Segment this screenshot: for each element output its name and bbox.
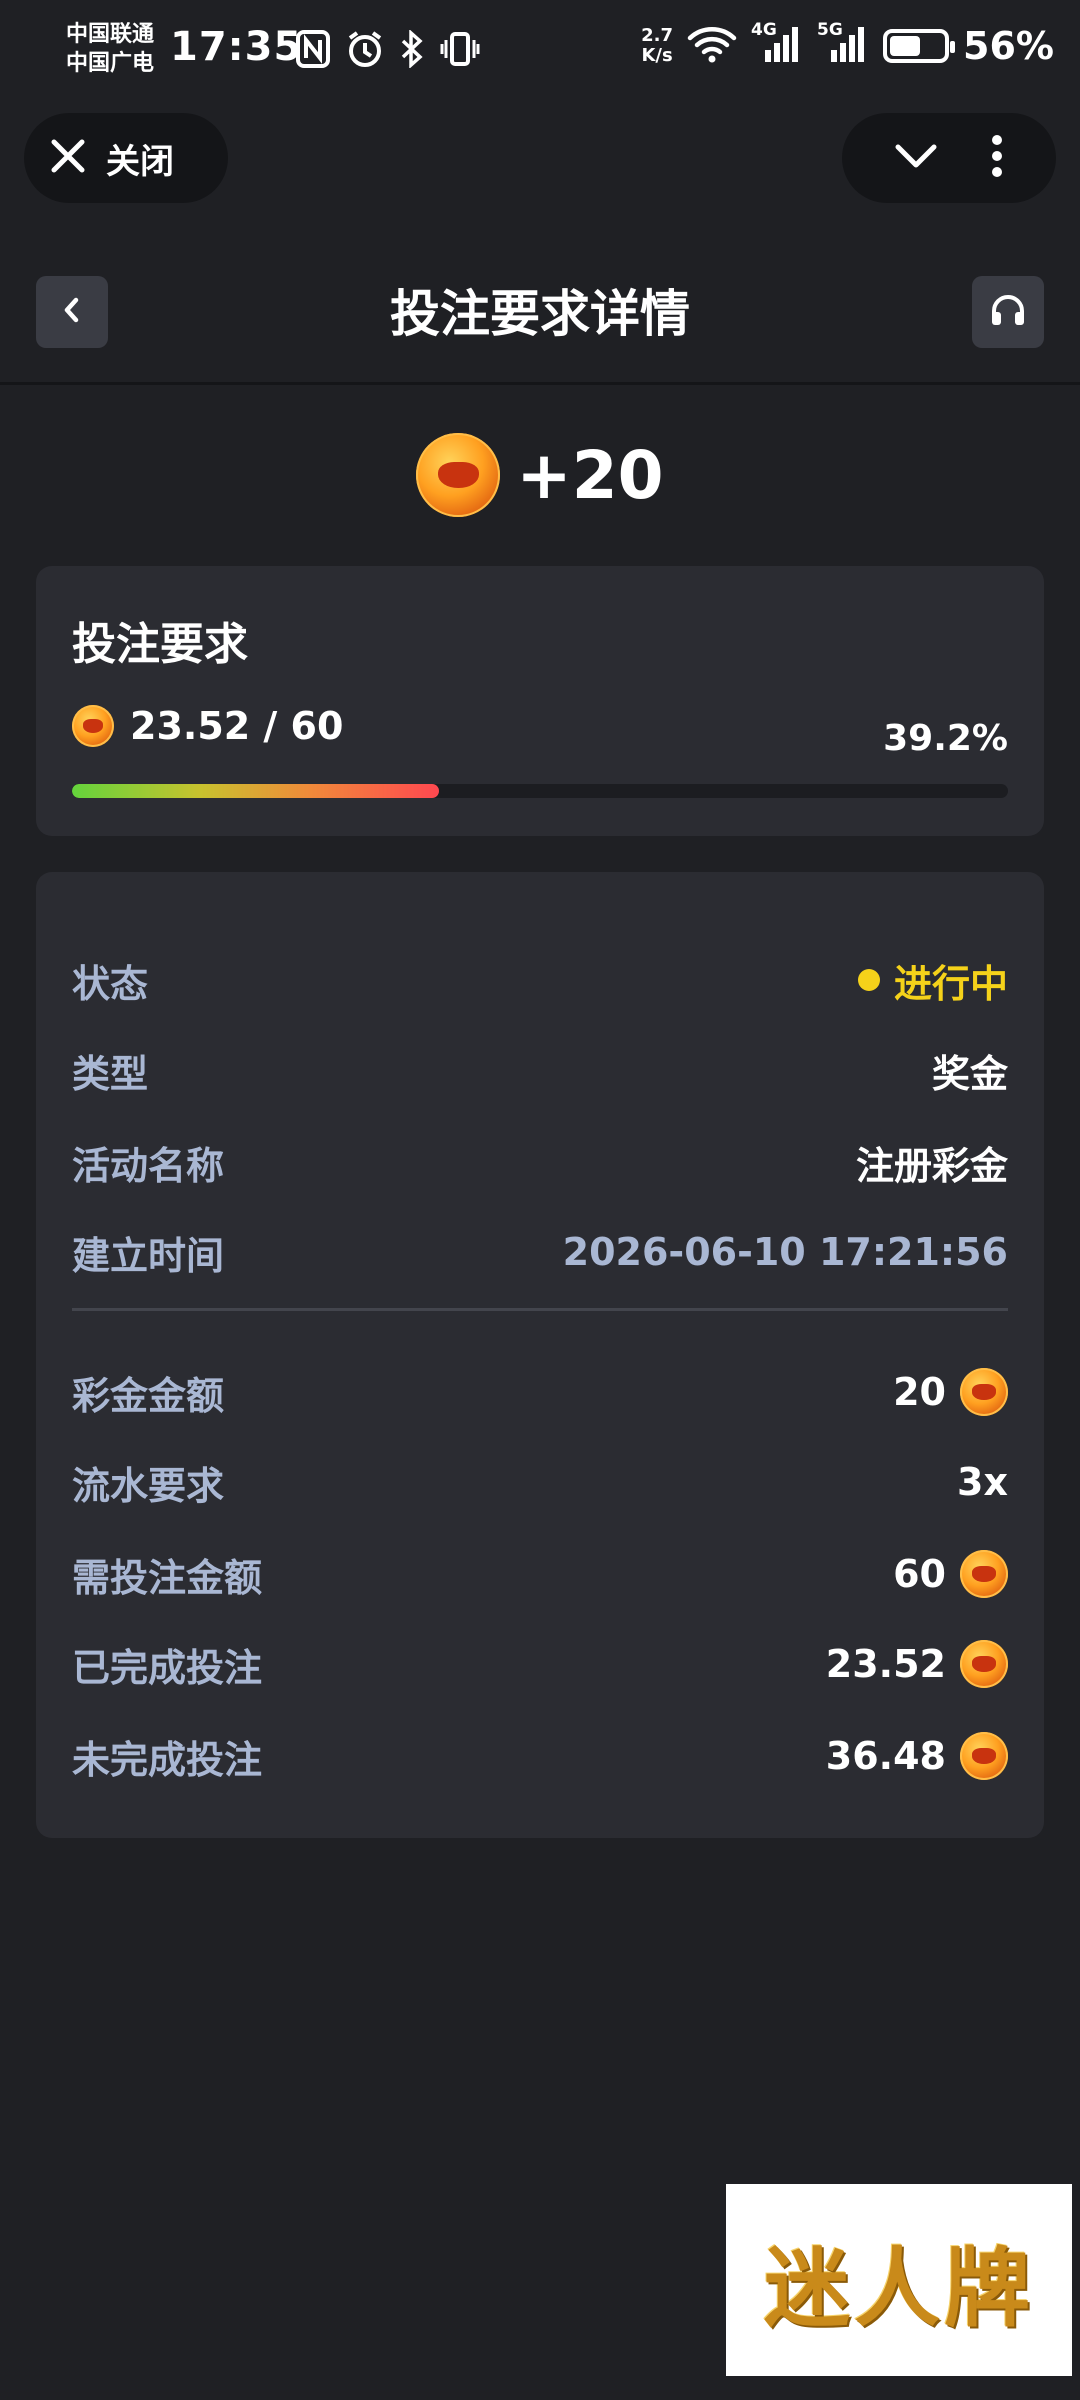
carrier-2: 中国广电 [66,51,155,76]
detail-row-required-bet: 需投注金额 60 [72,1546,1008,1602]
bonus-amount-number: 20 [893,1370,946,1414]
requirement-card: 投注要求 23.52 / 60 39.2% [36,566,1044,836]
progress-bar-fill [72,784,439,798]
watermark-logo: 迷人牌 [726,2184,1072,2376]
vibrate-icon [440,30,480,72]
activity-value: 注册彩金 [855,1143,1008,1188]
bonus-amount-value: 20 [893,1368,1008,1416]
coin-icon [960,1550,1008,1598]
requirement-progress-value: 23.52 / 60 [130,704,344,748]
details-divider [72,1308,1008,1311]
signal-5g-label: 5G [817,20,843,40]
battery-icon [883,29,956,63]
watermark-text: 迷人牌 [764,2237,1034,2339]
status-label: 状态 [72,961,149,1006]
remaining-bet-label: 未完成投注 [72,1737,263,1782]
more-options-icon[interactable] [990,134,1004,182]
net-speed-value: 2.7 [641,25,674,46]
detail-row-completed-bet: 已完成投注 23.52 [72,1636,1008,1692]
coin-icon [416,433,501,517]
completed-bet-label: 已完成投注 [72,1645,263,1690]
battery-percent: 56% [963,24,1054,68]
detail-row-activity: 活动名称 注册彩金 [72,1134,1008,1190]
requirement-percent: 39.2% [883,718,1008,759]
progress-bar [72,784,1008,798]
bonus-summary: +20 [0,432,1080,518]
type-value: 奖金 [931,1051,1008,1096]
detail-row-bonus-amount: 彩金金额 20 [72,1364,1008,1420]
signal-5g-icon: 5G [817,20,869,68]
details-card: 状态 进行中 类型 奖金 活动名称 注册彩金 建立时间 2026-06-10 1… [36,872,1044,1838]
bluetooth-icon [400,29,424,72]
status-right: 2.7 K/s 4G 5G 56% [641,20,1054,68]
support-button[interactable] [972,276,1044,348]
status-text: 进行中 [893,961,1008,1006]
status-icons [296,29,480,72]
chevron-down-icon[interactable] [894,142,938,174]
turnover-label: 流水要求 [72,1463,225,1508]
close-icon [48,136,88,180]
carrier-info: 中国联通 中国广电 [66,20,154,78]
net-speed: 2.7 K/s [641,26,673,66]
requirement-title: 投注要求 [72,619,248,670]
carrier-1: 中国联通 [66,22,155,47]
completed-bet-value: 23.52 [826,1640,1008,1688]
coin-icon [72,705,114,747]
detail-row-type: 类型 奖金 [72,1042,1008,1098]
net-speed-unit: K/s [641,45,673,66]
remaining-bet-value: 36.48 [826,1732,1008,1780]
status-value: 进行中 [857,953,1008,1008]
nfc-icon [296,30,330,72]
signal-4g-icon: 4G [751,20,803,68]
required-bet-label: 需投注金额 [72,1555,263,1600]
coin-icon [960,1640,1008,1688]
bonus-amount-label: 彩金金额 [72,1373,225,1418]
created-value: 2026-06-10 17:21:56 [562,1230,1008,1274]
close-button[interactable]: 关闭 [24,113,228,203]
close-label: 关闭 [106,141,174,182]
status-dot-icon [857,969,880,991]
detail-row-turnover: 流水要求 3x [72,1454,1008,1510]
created-label: 建立时间 [72,1233,225,1278]
signal-4g-label: 4G [751,20,777,40]
detail-row-created: 建立时间 2026-06-10 17:21:56 [72,1224,1008,1280]
bonus-amount: +20 [516,436,664,514]
detail-row-remaining-bet: 未完成投注 36.48 [72,1728,1008,1784]
wifi-icon [687,24,737,68]
completed-bet-number: 23.52 [825,1642,946,1686]
remaining-bet-number: 36.48 [825,1734,946,1778]
coin-icon [960,1732,1008,1780]
activity-label: 活动名称 [72,1143,225,1188]
status-time: 17:35 [170,24,303,70]
coin-icon [960,1368,1008,1416]
browser-menu [842,113,1056,203]
required-bet-number: 60 [893,1552,946,1596]
header-divider [0,382,1080,385]
status-bar: 中国联通 中国广电 17:35 2.7 K/s 4G 5G 56% [0,0,1080,105]
detail-row-status: 状态 进行中 [72,952,1008,1008]
turnover-value: 3x [957,1460,1008,1504]
headphones-icon [990,293,1026,331]
page-title: 投注要求详情 [390,285,690,343]
requirement-progress: 23.52 / 60 [72,704,343,748]
alarm-icon [346,30,384,72]
required-bet-value: 60 [893,1550,1008,1598]
type-label: 类型 [72,1051,149,1096]
